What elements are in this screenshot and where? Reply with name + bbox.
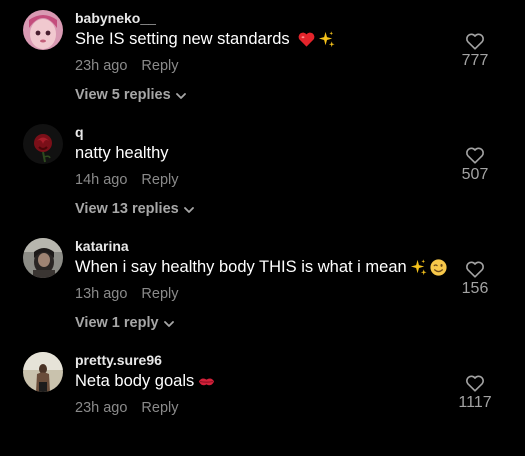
view-replies-label: View 5 replies [75,87,171,103]
like-button[interactable]: 156 [455,260,495,298]
reply-button[interactable]: Reply [141,286,178,302]
comment-text: When i say healthy body THIS is what i m… [75,258,448,277]
chevron-down-icon [183,202,194,218]
comment-text-body: natty healthy [75,144,169,162]
avatar[interactable] [23,10,63,50]
view-replies-button[interactable]: View 1 reply [75,314,174,332]
comment-text: natty healthy [75,144,169,163]
chevron-down-icon [175,88,186,104]
heart-icon [466,147,484,164]
winking-face-emoji-icon [429,258,448,277]
comment-timestamp: 23h ago [75,400,128,416]
heart-icon [466,375,484,392]
sparkles-emoji-icon [317,30,336,49]
comment-username[interactable]: q [75,124,84,140]
comment-username[interactable]: babyneko__ [75,10,156,26]
reply-button[interactable]: Reply [141,172,178,188]
comment-meta: 13h ago Reply [75,286,179,302]
comment-username[interactable]: katarina [75,238,129,254]
comment-item: babyneko__ She IS setting new standards … [0,0,525,114]
red-heart-emoji-icon [297,30,316,49]
comment-item: katarina When i say healthy body THIS is… [0,228,525,342]
comment-text-body: Neta body goals [75,372,195,390]
like-button[interactable]: 1117 [455,374,495,412]
comment-meta: 23h ago Reply [75,400,179,416]
heart-icon [466,33,484,50]
reply-button[interactable]: Reply [141,400,178,416]
comment-timestamp: 23h ago [75,58,128,74]
like-count: 1117 [458,394,492,411]
like-button[interactable]: 777 [455,32,495,70]
heart-icon [466,261,484,278]
chevron-down-icon [163,316,174,332]
comment-text-body: When i say healthy body THIS is what i m… [75,258,407,276]
avatar[interactable] [23,352,63,392]
like-count: 507 [461,166,489,183]
comment-timestamp: 14h ago [75,172,128,188]
comment-item: pretty.sure96 Neta body goals 23h ago Rep… [0,342,525,456]
reply-button[interactable]: Reply [141,58,178,74]
view-replies-button[interactable]: View 13 replies [75,200,194,218]
comment-item: q natty healthy 14h ago Reply View 13 rep… [0,114,525,228]
comment-meta: 23h ago Reply [75,58,179,74]
view-replies-label: View 13 replies [75,201,179,217]
avatar[interactable] [23,238,63,278]
view-replies-button[interactable]: View 5 replies [75,86,186,104]
avatar[interactable] [23,124,63,164]
view-replies-label: View 1 reply [75,315,159,331]
comment-text: She IS setting new standards [75,30,336,49]
comment-timestamp: 13h ago [75,286,128,302]
sparkles-emoji-icon [409,258,428,277]
like-button[interactable]: 507 [455,146,495,184]
like-count: 777 [461,52,489,69]
kiss-mark-emoji-icon [197,372,216,391]
comment-username[interactable]: pretty.sure96 [75,352,162,368]
like-count: 156 [461,280,489,297]
comment-text-body: She IS setting new standards [75,30,290,48]
comment-text: Neta body goals [75,372,216,391]
comment-meta: 14h ago Reply [75,172,179,188]
